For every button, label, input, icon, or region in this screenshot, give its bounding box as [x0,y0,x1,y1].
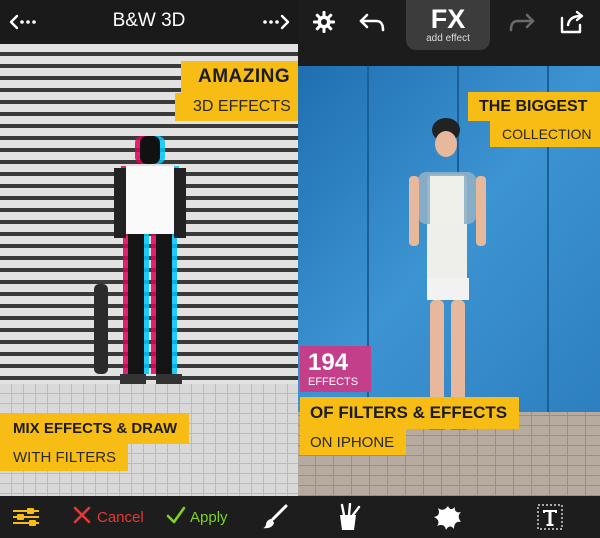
undo-icon[interactable] [354,6,390,38]
brush-icon[interactable] [258,502,292,532]
cancel-button[interactable]: Cancel [72,502,144,532]
add-effect-button[interactable]: FX add effect [406,0,490,50]
banner-3d-effects: 3D EFFECTS [175,93,298,121]
share-icon[interactable] [554,6,590,38]
back-dotted-arrow-icon[interactable] [4,6,44,38]
text-icon[interactable] [532,501,568,533]
left-top-bar: B&W 3D [0,0,298,44]
forward-dotted-arrow-icon[interactable] [256,6,296,38]
apply-button[interactable]: Apply [166,502,232,532]
apply-label: Apply [190,508,228,526]
checkmark-icon [166,505,186,530]
paint-tools-icon[interactable] [330,501,366,533]
cancel-label: Cancel [97,508,144,526]
sliders-icon[interactable] [8,502,44,532]
banner-the-biggest: THE BIGGEST [468,92,600,121]
splash-icon[interactable] [430,501,466,533]
gear-icon[interactable] [306,6,342,38]
effects-count-badge: 194 EFFECTS [300,346,371,392]
banner-mix-effects: MIX EFFECTS & DRAW [0,413,190,443]
effects-count-label: EFFECTS [308,376,359,388]
right-screen: FX add effect THE BIGGEST COLLECTION 194… [298,0,600,538]
fx-sublabel: add effect [426,33,470,44]
right-bottom-toolbar [298,496,600,538]
effects-count-number: 194 [308,349,349,376]
left-screen: B&W 3D AMAZING 3D EFFECTS MIX EFFECTS & … [0,0,298,538]
screen-title: B&W 3D [112,10,186,31]
fx-label: FX [430,4,466,34]
banner-of-filters: OF FILTERS & EFFECTS [300,397,520,429]
banner-with-filters: WITH FILTERS [0,443,129,471]
banner-collection: COLLECTION [490,121,600,147]
banner-amazing: AMAZING [181,61,298,93]
redo-icon[interactable] [504,6,540,38]
close-icon [72,505,92,530]
left-bottom-toolbar: Cancel Apply [0,496,298,538]
right-top-bar: FX add effect [298,0,600,66]
banner-on-iphone: ON IPHONE [300,429,407,455]
